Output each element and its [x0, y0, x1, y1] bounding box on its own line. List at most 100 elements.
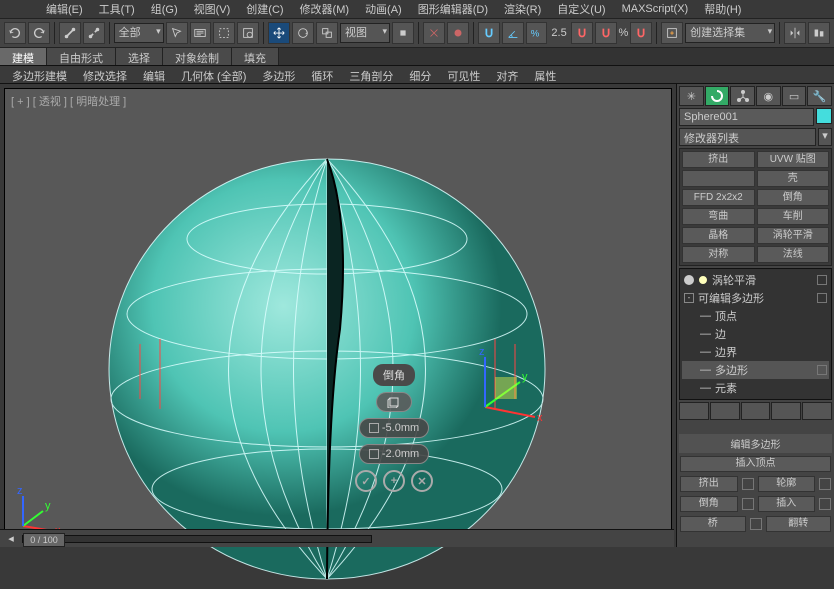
- remove-mod-icon[interactable]: [771, 402, 801, 420]
- select-icon[interactable]: [166, 22, 188, 44]
- select-name-icon[interactable]: [190, 22, 212, 44]
- unlink-icon[interactable]: [83, 22, 105, 44]
- time-slider[interactable]: ◂ 0 / 100: [0, 529, 674, 547]
- mod-ffd[interactable]: FFD 2x2x2: [682, 189, 755, 206]
- timeline-track[interactable]: 0 / 100: [22, 535, 372, 543]
- menu-rendering[interactable]: 渲染(R): [498, 0, 547, 18]
- mod-symmetry[interactable]: 对称: [682, 246, 755, 263]
- mod-normal[interactable]: 法线: [757, 246, 830, 263]
- create-tab-icon[interactable]: ✳: [679, 86, 704, 106]
- object-name-field[interactable]: Sphere001: [679, 108, 814, 126]
- modifier-list-dropdown[interactable]: 修改器列表: [679, 128, 816, 146]
- menu-edit[interactable]: 编辑(E): [40, 0, 89, 18]
- editor-icon[interactable]: [661, 22, 683, 44]
- subtab-tris[interactable]: 三角剖分: [341, 66, 401, 83]
- mod-lattice[interactable]: 晶格: [682, 227, 755, 244]
- menu-maxscript[interactable]: MAXScript(X): [616, 2, 695, 16]
- snap-b-icon[interactable]: [595, 22, 617, 44]
- stack-border[interactable]: —边界: [682, 343, 829, 361]
- caddy-cancel-button[interactable]: ✕: [411, 470, 433, 492]
- caddy-ok-button[interactable]: ✓: [355, 470, 377, 492]
- manipulate-icon[interactable]: [423, 22, 445, 44]
- stack-turbosmooth[interactable]: 涡轮平滑: [682, 271, 829, 289]
- align-icon[interactable]: [808, 22, 830, 44]
- flip-button[interactable]: 翻转: [766, 516, 832, 532]
- tab-modeling[interactable]: 建模: [0, 48, 47, 65]
- caddy-apply-button[interactable]: +: [383, 470, 405, 492]
- scale-icon[interactable]: [316, 22, 338, 44]
- stack-edge[interactable]: —边: [682, 325, 829, 343]
- mirror-icon[interactable]: [784, 22, 806, 44]
- stack-vertex[interactable]: —顶点: [682, 307, 829, 325]
- bevel-settings[interactable]: [742, 498, 754, 510]
- angle-snap-icon[interactable]: [502, 22, 524, 44]
- rollout-edit-polygons[interactable]: 编辑多边形: [679, 434, 832, 453]
- subtab-edit[interactable]: 编辑: [135, 66, 173, 83]
- subtab-geomall[interactable]: 几何体 (全部): [173, 66, 254, 83]
- selection-filter-dropdown[interactable]: 全部: [114, 23, 164, 43]
- menu-customize[interactable]: 自定义(U): [551, 0, 611, 18]
- select-region-icon[interactable]: [213, 22, 235, 44]
- inset-settings[interactable]: [819, 498, 831, 510]
- snap-toggle-icon[interactable]: [478, 22, 500, 44]
- mod-blank[interactable]: [682, 170, 755, 187]
- bridge-settings[interactable]: [750, 518, 762, 530]
- mod-bend[interactable]: 弯曲: [682, 208, 755, 225]
- tab-selection[interactable]: 选择: [116, 48, 163, 65]
- timeline-thumb[interactable]: 0 / 100: [23, 533, 65, 547]
- transform-gizmo[interactable]: x y z: [465, 347, 545, 427]
- snap-a-icon[interactable]: [571, 22, 593, 44]
- undo-icon[interactable]: [4, 22, 26, 44]
- menu-animation[interactable]: 动画(A): [359, 0, 408, 18]
- stack-element[interactable]: —元素: [682, 379, 829, 397]
- menu-modifiers[interactable]: 修改器(M): [294, 0, 356, 18]
- show-end-icon[interactable]: [710, 402, 740, 420]
- subtab-loops[interactable]: 循环: [303, 66, 341, 83]
- caddy-outline-spinner[interactable]: -2.0mm: [359, 444, 429, 464]
- configure-sets-icon[interactable]: [802, 402, 832, 420]
- named-selset-dropdown[interactable]: 创建选择集: [685, 23, 775, 43]
- redo-icon[interactable]: [28, 22, 50, 44]
- utilities-tab-icon[interactable]: 🔧: [807, 86, 832, 106]
- modify-tab-icon[interactable]: [705, 86, 730, 106]
- caddy-height-spinner[interactable]: -5.0mm: [359, 418, 429, 438]
- mod-chamfer[interactable]: 倒角: [757, 189, 830, 206]
- subtab-modifysel[interactable]: 修改选择: [75, 66, 135, 83]
- viewport-perspective[interactable]: [ + ] [ 透视 ] [ 明暗处理 ] x y z: [4, 88, 672, 543]
- tab-freeform[interactable]: 自由形式: [47, 48, 116, 65]
- outline-settings[interactable]: [819, 478, 831, 490]
- modifier-stack[interactable]: 涡轮平滑 -可编辑多边形 —顶点 —边 —边界 —多边形 —元素: [679, 268, 832, 400]
- menu-tools[interactable]: 工具(T): [93, 0, 141, 18]
- inset-button[interactable]: 插入: [758, 496, 816, 512]
- mod-shell[interactable]: 壳: [757, 170, 830, 187]
- viewport-label[interactable]: [ + ] [ 透视 ] [ 明暗处理 ]: [11, 93, 126, 109]
- motion-tab-icon[interactable]: ◉: [756, 86, 781, 106]
- subtab-align[interactable]: 对齐: [488, 66, 526, 83]
- hierarchy-tab-icon[interactable]: [730, 86, 755, 106]
- menu-grapheditors[interactable]: 图形编辑器(D): [412, 0, 494, 18]
- tab-populate[interactable]: 填充: [232, 48, 279, 65]
- stack-editable-poly[interactable]: -可编辑多边形: [682, 289, 829, 307]
- outline-button[interactable]: 轮廓: [758, 476, 816, 492]
- unique-icon[interactable]: [741, 402, 771, 420]
- object-color-swatch[interactable]: [816, 108, 832, 124]
- extrude-settings[interactable]: [742, 478, 754, 490]
- bevel-button[interactable]: 倒角: [680, 496, 738, 512]
- snap-c-icon[interactable]: [630, 22, 652, 44]
- pin-stack-icon[interactable]: [679, 402, 709, 420]
- menu-help[interactable]: 帮助(H): [698, 0, 747, 18]
- bridge-button[interactable]: 桥: [680, 516, 746, 532]
- subtab-subdiv[interactable]: 细分: [401, 66, 439, 83]
- menu-group[interactable]: 组(G): [145, 0, 184, 18]
- mod-uvwmap[interactable]: UVW 贴图: [757, 151, 830, 168]
- stack-polygon[interactable]: —多边形: [682, 361, 829, 379]
- mod-turbosmooth[interactable]: 涡轮平滑: [757, 227, 830, 244]
- menu-create[interactable]: 创建(C): [240, 0, 289, 18]
- insert-vertex-button[interactable]: 插入顶点: [680, 456, 831, 472]
- mod-lathe[interactable]: 车削: [757, 208, 830, 225]
- subtab-polymodel[interactable]: 多边形建模: [4, 66, 75, 83]
- link-icon[interactable]: [59, 22, 81, 44]
- menu-view[interactable]: 视图(V): [188, 0, 237, 18]
- extrude-button[interactable]: 挤出: [680, 476, 738, 492]
- window-crossing-icon[interactable]: [237, 22, 259, 44]
